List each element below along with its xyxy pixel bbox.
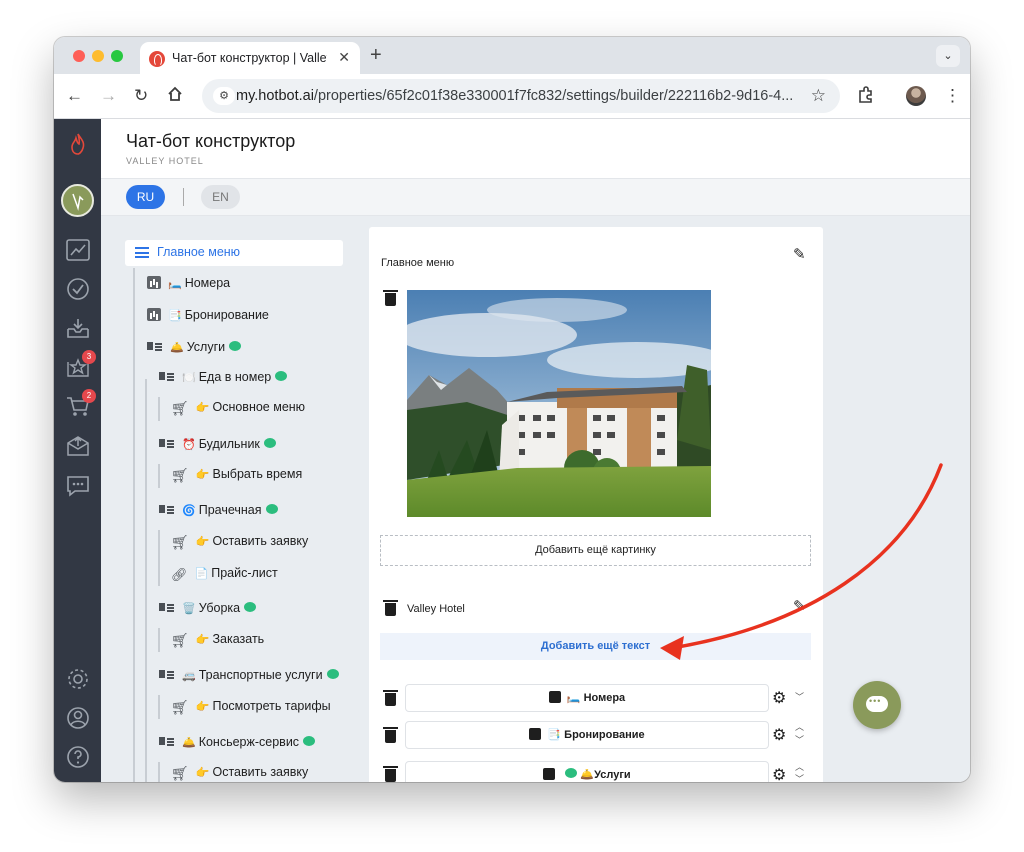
chat-widget-button[interactable] (853, 681, 901, 729)
